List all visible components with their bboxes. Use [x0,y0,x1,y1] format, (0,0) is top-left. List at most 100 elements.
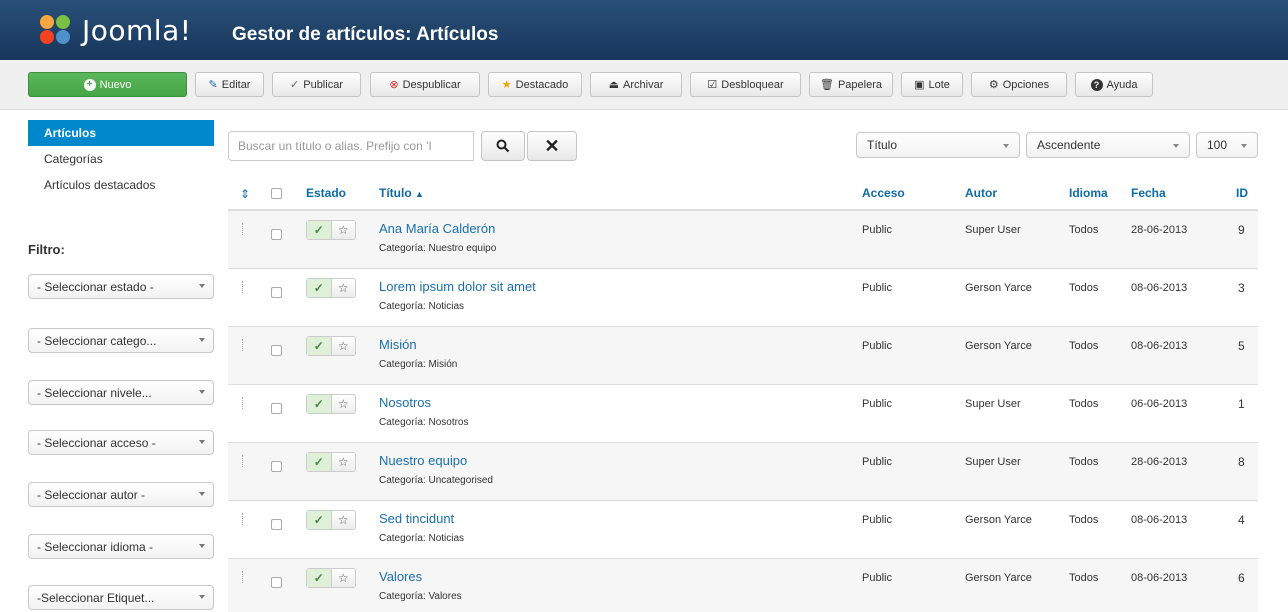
row-checkbox[interactable] [271,229,282,240]
archive-button[interactable]: ⏏ Archivar [590,72,682,97]
trash-button[interactable]: 🗑 Papelera [809,72,893,97]
article-title-link[interactable]: Valores [379,569,422,584]
checkin-button[interactable]: ☑ Desbloquear [690,72,801,97]
access-cell: Public [862,456,892,468]
published-icon[interactable]: ✓ [307,453,332,471]
star-icon[interactable]: ☆ [332,279,356,297]
sidebar-item-featured[interactable]: Artículos destacados [28,172,214,198]
article-title-link[interactable]: Nuestro equipo [379,453,467,468]
ordering-sort-icon[interactable]: ⇕ [240,187,250,201]
sidebar-item-articles[interactable]: Artículos [28,120,214,146]
row-checkbox[interactable] [271,461,282,472]
star-icon[interactable]: ☆ [332,221,356,239]
archive-label: Archivar [623,78,664,91]
article-title-link[interactable]: Ana María Calderón [379,221,495,236]
article-title-link[interactable]: Lorem ipsum dolor sit amet [379,279,536,294]
gear-icon: ⚙ [988,79,999,91]
published-icon[interactable]: ✓ [307,337,332,355]
author-cell[interactable]: Gerson Yarce [965,514,1032,526]
filter-category-value: - Seleccionar catego... [37,333,157,348]
author-cell[interactable]: Gerson Yarce [965,572,1032,584]
edit-button[interactable]: ✎ Editar [195,72,264,97]
sidebar-item-categories[interactable]: Categorías [28,146,214,172]
filter-language-value: - Seleccionar idioma - [37,539,154,554]
row-checkbox[interactable] [271,287,282,298]
row-checkbox[interactable] [271,577,282,588]
filter-language-select[interactable]: - Seleccionar idioma - [28,534,214,559]
star-icon[interactable]: ☆ [332,337,356,355]
published-icon[interactable]: ✓ [307,511,332,529]
access-cell: Public [862,514,892,526]
unpublish-icon: ⊗ [389,79,399,91]
filter-access-select[interactable]: - Seleccionar acceso - [28,430,214,455]
star-icon[interactable]: ☆ [332,511,356,529]
options-label: Opciones [1002,78,1050,91]
sort-field-select[interactable]: Título [856,132,1020,158]
header-date[interactable]: Fecha [1131,186,1166,200]
drag-handle-icon[interactable] [242,513,245,525]
id-cell: 5 [1238,339,1245,353]
options-button[interactable]: ⚙ Opciones [971,72,1067,97]
sort-direction-select[interactable]: Ascendente [1026,132,1190,158]
drag-handle-icon[interactable] [242,339,245,351]
filter-tag-select[interactable]: -Seleccionar Etiquet... [28,585,214,610]
filter-author-select[interactable]: - Seleccionar autor - [28,482,214,507]
published-icon[interactable]: ✓ [307,569,332,587]
article-title-link[interactable]: Nosotros [379,395,431,410]
row-checkbox[interactable] [271,345,282,356]
row-checkbox[interactable] [271,519,282,530]
header-access[interactable]: Acceso [862,186,905,200]
row-checkbox[interactable] [271,403,282,414]
featured-button[interactable]: ★ Destacado [488,72,582,97]
toolbar: + Nuevo ✎ Editar ✓ Publicar ⊗ Despublica… [0,60,1288,110]
date-cell: 28-06-2013 [1131,224,1188,236]
chevron-down-icon [199,595,205,599]
author-cell[interactable]: Super User [965,456,1021,468]
joomla-logo[interactable]: Joomla! [36,10,191,50]
header-id[interactable]: ID [1236,186,1248,200]
header-language[interactable]: Idioma [1069,186,1108,200]
filter-level-select[interactable]: - Seleccionar nivele... [28,380,214,405]
list-limit-select[interactable]: 100 [1196,132,1258,158]
filter-state-select[interactable]: - Seleccionar estado - [28,274,214,299]
author-cell[interactable]: Gerson Yarce [965,340,1032,352]
header-state[interactable]: Estado [306,186,346,200]
author-cell[interactable]: Super User [965,398,1021,410]
author-cell[interactable]: Super User [965,224,1021,236]
select-all-checkbox[interactable] [271,188,282,199]
author-cell[interactable]: Gerson Yarce [965,282,1032,294]
published-icon[interactable]: ✓ [307,279,332,297]
chevron-down-icon [199,544,205,548]
drag-handle-icon[interactable] [242,455,245,467]
new-label: Nuevo [99,78,132,91]
drag-handle-icon[interactable] [242,397,245,409]
header-author[interactable]: Autor [965,186,997,200]
search-button[interactable] [481,131,525,161]
drag-handle-icon[interactable] [242,223,245,235]
filter-category-select[interactable]: - Seleccionar catego... [28,328,214,353]
new-button[interactable]: + Nuevo [28,72,187,97]
publish-button[interactable]: ✓ Publicar [272,72,361,97]
search-input[interactable]: Buscar un título o alias. Prefijo con 'I [228,131,474,161]
access-cell: Public [862,340,892,352]
drag-handle-icon[interactable] [242,571,245,583]
sort-asc-icon: ▲ [415,189,424,199]
article-title-link[interactable]: Misión [379,337,417,352]
drag-handle-icon[interactable] [242,281,245,293]
clear-search-button[interactable]: ✕ [527,131,577,161]
logo-text: Joomla! [82,13,192,47]
language-cell: Todos [1069,572,1099,584]
batch-button[interactable]: ▣ Lote [901,72,963,97]
language-cell: Todos [1069,224,1099,236]
published-icon[interactable]: ✓ [307,395,332,413]
published-icon[interactable]: ✓ [307,221,332,239]
star-icon[interactable]: ☆ [332,395,356,413]
help-button[interactable]: ? Ayuda [1075,72,1153,97]
chevron-down-icon [199,440,205,444]
header-title[interactable]: Título ▲ [379,186,424,200]
archive-icon: ⏏ [608,79,620,91]
article-title-link[interactable]: Sed tincidunt [379,511,454,526]
star-icon[interactable]: ☆ [332,569,356,587]
unpublish-button[interactable]: ⊗ Despublicar [370,72,480,97]
star-icon[interactable]: ☆ [332,453,356,471]
